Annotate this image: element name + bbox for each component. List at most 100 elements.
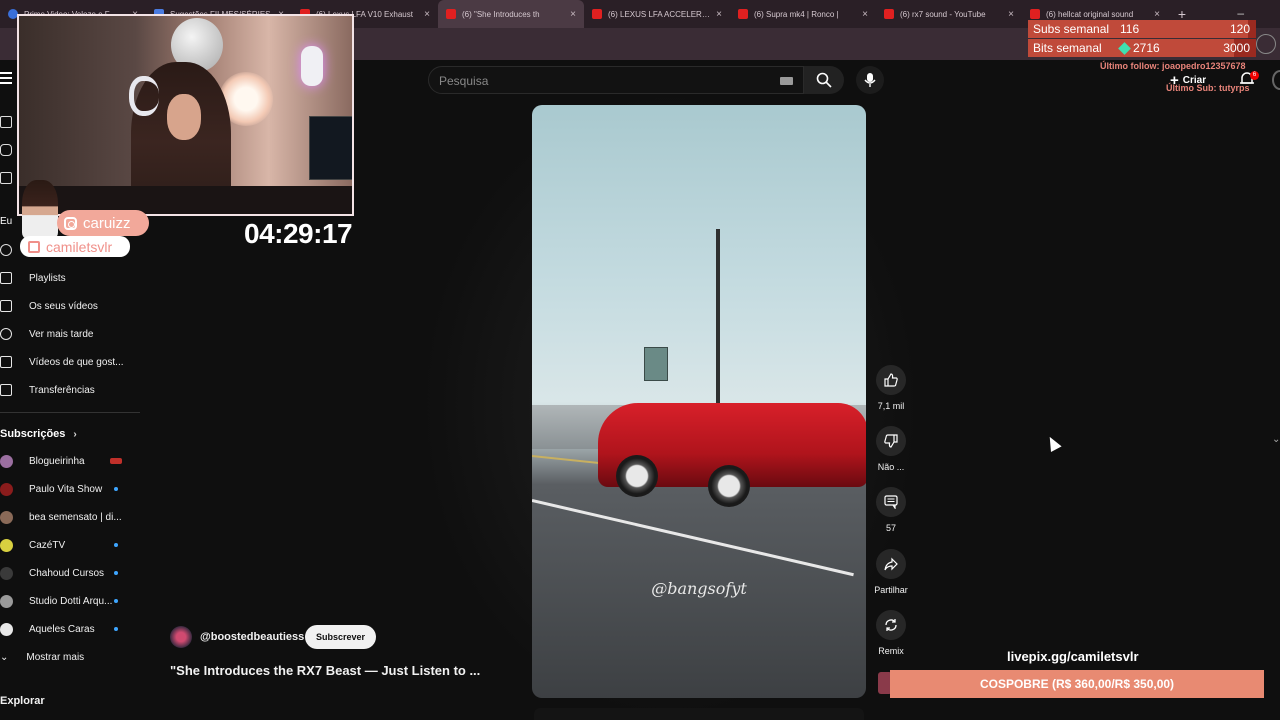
sidebar: Playlists Os seus vídeos Ver mais tarde Víd… <box>0 264 140 671</box>
your-videos-icon <box>0 300 12 312</box>
subscriptions-icon[interactable] <box>0 172 12 184</box>
lane-line-white <box>532 499 854 577</box>
subscription-name: Paulo Vita Show <box>29 483 103 495</box>
profile-button[interactable] <box>1256 34 1276 54</box>
you-section-label[interactable]: Eu <box>0 216 12 227</box>
subscription-name: Blogueirinha <box>29 455 85 467</box>
browser-tab[interactable]: (6) "She Introduces th × <box>438 0 584 28</box>
like-count: 7,1 mil <box>877 401 905 411</box>
close-tab-icon[interactable]: × <box>570 9 576 20</box>
weekly-goals-panel: Subs semanal 116 120 Bits semanal 2716 3… <box>1028 20 1256 58</box>
monitor <box>309 116 352 180</box>
browser-tab[interactable]: (6) rx7 sound - YouTube × <box>876 0 1022 28</box>
search-placeholder: Pesquisa <box>439 74 489 88</box>
channel-avatar-icon <box>0 482 13 496</box>
subscription-item[interactable]: bea semensato | di... <box>0 503 140 531</box>
next-short-chevron-icon[interactable]: ⌄ <box>1272 434 1280 445</box>
subscription-name: Chahoud Cursos <box>29 567 105 579</box>
bits-goal-current-wrap: 2716 <box>1118 41 1190 55</box>
video-watermark: @bangsofyt <box>651 579 747 598</box>
bits-goal-bar: Bits semanal 2716 3000 <box>1028 39 1256 57</box>
instagram-handle: caruizz <box>83 214 131 232</box>
youtube-icon <box>738 9 748 19</box>
webcam-overlay <box>17 14 354 216</box>
subscription-item[interactable]: Studio Dotti Arqu... <box>0 587 140 615</box>
like-button[interactable]: 7,1 mil <box>872 365 910 411</box>
subscription-item[interactable]: Paulo Vita Show <box>0 475 140 503</box>
channel-avatar-icon <box>0 622 13 636</box>
comments-button[interactable]: 57 <box>872 487 910 533</box>
sidebar-item[interactable]: Ver mais tarde <box>0 320 140 348</box>
keyboard-icon[interactable] <box>780 77 793 85</box>
notification-badge: 6 <box>1250 71 1259 80</box>
close-tab-icon[interactable]: × <box>1008 9 1014 20</box>
tab-title: (6) Supra mk4 | Ronco | <box>754 9 839 19</box>
new-content-dot <box>114 599 118 603</box>
subscription-item[interactable]: Blogueirinha <box>0 447 140 475</box>
close-tab-icon[interactable]: × <box>862 9 868 20</box>
menu-icon[interactable] <box>0 72 12 87</box>
close-tab-icon[interactable]: × <box>716 9 722 20</box>
minimize-button[interactable]: – <box>1237 6 1244 20</box>
twitch-icon <box>28 240 40 253</box>
new-content-dot <box>114 543 118 547</box>
channel-avatar-icon <box>0 538 13 552</box>
car-wheel-rear <box>708 465 750 507</box>
chevron-right-icon: › <box>73 428 77 440</box>
mic-icon <box>864 73 876 87</box>
show-more-button[interactable]: ⌄ Mostrar mais <box>0 643 140 671</box>
subs-goal-target: 120 <box>1229 22 1250 36</box>
sidebar-item[interactable]: Os seus vídeos <box>0 292 140 320</box>
short-title[interactable]: "She Introduces the RX7 Beast — Just Lis… <box>170 663 480 678</box>
road-sign <box>644 347 668 381</box>
last-sub: Último Sub: tutyrps <box>1166 83 1250 93</box>
account-avatar[interactable] <box>1272 70 1280 90</box>
subscription-item[interactable]: CazéTV <box>0 531 140 559</box>
sidebar-item-label: Os seus vídeos <box>29 300 98 312</box>
channel-avatar[interactable] <box>170 626 192 648</box>
subscription-item[interactable]: Chahoud Cursos <box>0 559 140 587</box>
chevron-down-icon: ⌄ <box>0 651 9 663</box>
new-content-dot <box>114 487 118 491</box>
short-video-player[interactable]: @bangsofyt <box>532 105 866 698</box>
remix-icon <box>876 610 906 640</box>
twitch-badge: camiletsvlr <box>20 236 130 257</box>
share-button[interactable]: Partilhar <box>872 549 910 595</box>
sidebar-item-label: Ver mais tarde <box>29 328 94 340</box>
subscription-name: Studio Dotti Arqu... <box>29 595 113 607</box>
channel-avatar-icon <box>0 510 13 524</box>
instagram-badge: caruizz <box>57 210 149 236</box>
browser-tab[interactable]: (6) Supra mk4 | Ronco | × <box>730 0 876 28</box>
browser-tab[interactable]: (6) LEXUS LFA ACCELERAT × <box>584 0 730 28</box>
subscription-name: Aqueles Caras <box>29 623 95 635</box>
sidebar-item-label: Playlists <box>29 272 66 284</box>
remix-button[interactable]: Remix <box>872 610 910 656</box>
subs-goal-bar: Subs semanal 116 120 <box>1028 20 1256 38</box>
subscribe-button[interactable]: Subscrever <box>305 625 376 649</box>
twitch-handle: camiletsvlr <box>46 238 113 255</box>
sidebar-item-label: Vídeos de que gost... <box>29 356 124 368</box>
dislike-label: Não ... <box>877 462 905 472</box>
subs-goal-label: Subs semanal <box>1033 22 1110 36</box>
light-pole <box>716 229 720 409</box>
subscription-item[interactable]: Aqueles Caras <box>0 615 140 643</box>
subscriptions-heading[interactable]: Subscrições › <box>0 421 140 447</box>
divider <box>0 412 140 413</box>
sidebar-item[interactable]: Transferências <box>0 376 140 404</box>
youtube-icon <box>592 9 602 19</box>
liked-icon <box>0 356 12 368</box>
history-icon[interactable] <box>0 244 12 256</box>
channel-avatar-icon <box>0 454 13 468</box>
sidebar-item[interactable]: Vídeos de que gost... <box>0 348 140 376</box>
close-tab-icon[interactable]: × <box>424 9 430 20</box>
sidebar-item[interactable]: Playlists <box>0 264 140 292</box>
channel-name[interactable]: @boostedbeautiess <box>200 631 304 643</box>
dislike-button[interactable]: Não ... <box>872 426 910 472</box>
close-tab-icon[interactable]: × <box>1154 9 1160 20</box>
thumbs-down-icon <box>876 426 906 456</box>
shorts-icon[interactable] <box>0 144 12 156</box>
comment-icon <box>876 487 906 517</box>
bits-goal-target: 3000 <box>1223 41 1250 55</box>
explore-heading: Explorar <box>0 695 45 707</box>
home-icon[interactable] <box>0 116 12 128</box>
